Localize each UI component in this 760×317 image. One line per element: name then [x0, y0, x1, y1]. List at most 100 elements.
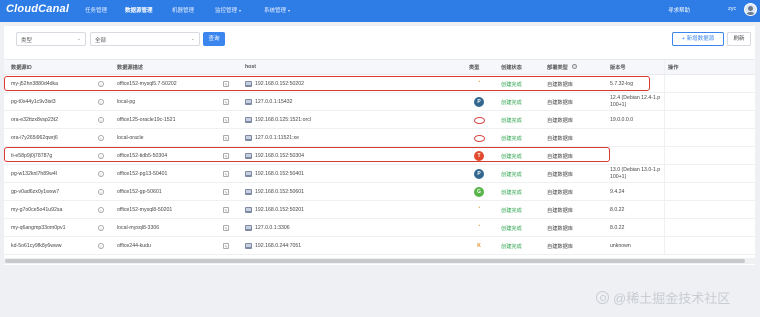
- status-badge: 创建完成: [501, 244, 522, 250]
- chevron-down-icon: ▾: [239, 7, 242, 13]
- edit-icon[interactable]: ✎: [223, 117, 229, 123]
- watermark: @稀土掘金技术社区: [596, 288, 730, 307]
- edit-icon[interactable]: ✎: [223, 189, 229, 195]
- column-divider: [664, 147, 665, 164]
- edit-icon[interactable]: ✎: [223, 225, 229, 231]
- nav-item-machines[interactable]: 机器管理: [172, 6, 194, 14]
- datasource-desc: office125-oracle19c-1521: [117, 117, 176, 123]
- info-icon[interactable]: i: [98, 225, 104, 231]
- table-row[interactable]: ora-e32ttzx8vsp23t2 i office125-oracle19…: [4, 111, 755, 129]
- scope-select[interactable]: 全部 ⌄: [90, 32, 200, 46]
- nav-item-system[interactable]: 系统管理 ▾: [264, 6, 290, 15]
- table-row[interactable]: pg-t0x44y1c9v3ist3 i local-pg ✎ 127.0.0.…: [4, 93, 755, 111]
- column-divider: [664, 237, 665, 254]
- column-divider: [664, 93, 665, 110]
- version-line: 9.4.24: [610, 189, 625, 195]
- status-badge: 创建完成: [501, 208, 522, 214]
- top-nav: CloudCanal 任务管理 数据源管理 机器管理 监控管理 ▾ 系统管理 ▾ 寻…: [0, 0, 760, 22]
- type-select-placeholder: 类型: [21, 38, 33, 44]
- help-link[interactable]: 寻求帮助: [668, 6, 690, 14]
- server-icon: [245, 189, 252, 195]
- status-badge: 创建完成: [501, 118, 522, 124]
- header-op: 操作: [668, 65, 679, 71]
- datasource-desc: office152-gp-50601: [117, 189, 162, 195]
- datasource-desc: office152-pg13-50401: [117, 171, 168, 177]
- header-desc: 数据源描述: [117, 65, 143, 71]
- help-icon[interactable]: ?: [572, 64, 577, 69]
- nav-item-tasks[interactable]: 任务管理: [85, 6, 107, 14]
- scrollbar-thumb[interactable]: [5, 259, 745, 263]
- avatar[interactable]: [744, 3, 757, 16]
- datasource-desc: local-mysql8-3306: [117, 225, 160, 231]
- highlight-box: [4, 147, 610, 162]
- datasource-id: gp-v0ad6zx0y1wxw7: [11, 189, 60, 195]
- datasource-host: 192.168.0.152:50401: [255, 171, 305, 177]
- header-deploy: 部署类型: [547, 65, 568, 71]
- deploy-type: 自建数据库: [547, 208, 573, 214]
- header-host: host: [245, 64, 256, 70]
- horizontal-scrollbar[interactable]: [4, 258, 755, 264]
- nav-item-datasources[interactable]: 数据源管理: [125, 6, 153, 14]
- app-logo[interactable]: CloudCanal: [6, 3, 69, 15]
- server-icon: [245, 171, 252, 177]
- nav-item-label: 任务管理: [85, 8, 108, 14]
- datasource-desc: local-pg: [117, 99, 136, 105]
- version-line: 8.0.22: [610, 207, 625, 213]
- server-icon: [245, 243, 252, 249]
- version-line: 12.4 (Debian 12.4-1.p: [610, 95, 661, 101]
- info-icon[interactable]: i: [98, 117, 104, 123]
- server-icon: [245, 207, 252, 213]
- nav-item-monitoring[interactable]: 监控管理 ▾: [215, 6, 242, 15]
- query-button[interactable]: 查询: [203, 32, 225, 46]
- column-divider: [664, 219, 665, 236]
- type-select[interactable]: 类型 ⌄: [16, 32, 86, 46]
- refresh-button[interactable]: 刷新: [727, 32, 751, 46]
- status-badge: 创建完成: [501, 100, 522, 106]
- info-icon[interactable]: i: [98, 99, 104, 105]
- version-line: 13.0 (Debian 13.0-1.p: [610, 167, 661, 173]
- info-icon[interactable]: i: [98, 171, 104, 177]
- deploy-type: 自建数据库: [547, 118, 573, 124]
- datasource-id: ora-e32ttzx8vsp23t2: [11, 117, 59, 123]
- edit-icon[interactable]: ✎: [223, 135, 229, 141]
- mysql-icon: ﾞ: [477, 207, 481, 213]
- edit-icon[interactable]: ✎: [223, 99, 229, 105]
- pg-icon: P: [474, 97, 484, 107]
- table-row[interactable]: gp-v0ad6zx0y1wxw7 i office152-gp-50601 ✎…: [4, 183, 755, 201]
- datasource-host: 192.168.0.152:50201: [255, 207, 305, 213]
- table-row[interactable]: pg-w132knl7h89w4l i office152-pg13-50401…: [4, 165, 755, 183]
- version: unknown: [610, 243, 631, 249]
- add-datasource-button[interactable]: + 新增数据源: [672, 32, 724, 46]
- edit-icon[interactable]: ✎: [223, 171, 229, 177]
- table-row[interactable]: kd-5o61cy9fk8y6www i office244-kudu ✎ 19…: [4, 237, 755, 255]
- mysql-icon: ﾞ: [477, 225, 481, 231]
- nav-item-label: 数据源管理: [125, 8, 153, 14]
- version-line: 100+1): [610, 173, 627, 180]
- info-icon[interactable]: i: [98, 243, 104, 249]
- version: 12.4 (Debian 12.4-1.p 100+1): [610, 95, 660, 108]
- server-icon: [245, 225, 252, 231]
- edit-icon[interactable]: ✎: [223, 207, 229, 213]
- user-name[interactable]: zyc: [728, 6, 736, 12]
- deploy-type: 自建数据库: [547, 244, 573, 250]
- oracle-icon: [474, 135, 485, 142]
- version-line: unknown: [610, 243, 631, 249]
- version: 8.0.22: [610, 207, 624, 213]
- datasource-id: my-g7o0ce5o41u92sa: [11, 207, 63, 213]
- juejin-logo-icon: [596, 291, 609, 304]
- header-status: 创建状态: [501, 65, 522, 71]
- table-row[interactable]: my-q6angmp33om0pv1 i local-mysql8-3306 ✎…: [4, 219, 755, 237]
- datasource-id: pg-t0x44y1c9v3ist3: [11, 99, 56, 105]
- info-icon[interactable]: i: [98, 135, 104, 141]
- edit-icon[interactable]: ✎: [223, 243, 229, 249]
- deploy-type: 自建数据库: [547, 136, 573, 142]
- datasource-desc: office244-kudu: [117, 243, 151, 249]
- version: 9.4.24: [610, 189, 624, 195]
- table-row[interactable]: my-g7o0ce5o41u92sa i office152-mysql8-50…: [4, 201, 755, 219]
- version: 19.0.0.0.0: [610, 117, 633, 123]
- table-row[interactable]: ora-i7y265i962qwrj6 i local-oracle ✎ 127…: [4, 129, 755, 147]
- table-header: 数据源ID 数据源描述 host 类型 创建状态 部署类型 ? 版本号 操作: [4, 59, 755, 75]
- info-icon[interactable]: i: [98, 189, 104, 195]
- version-line: 19.0.0.0.0: [610, 117, 634, 123]
- info-icon[interactable]: i: [98, 207, 104, 213]
